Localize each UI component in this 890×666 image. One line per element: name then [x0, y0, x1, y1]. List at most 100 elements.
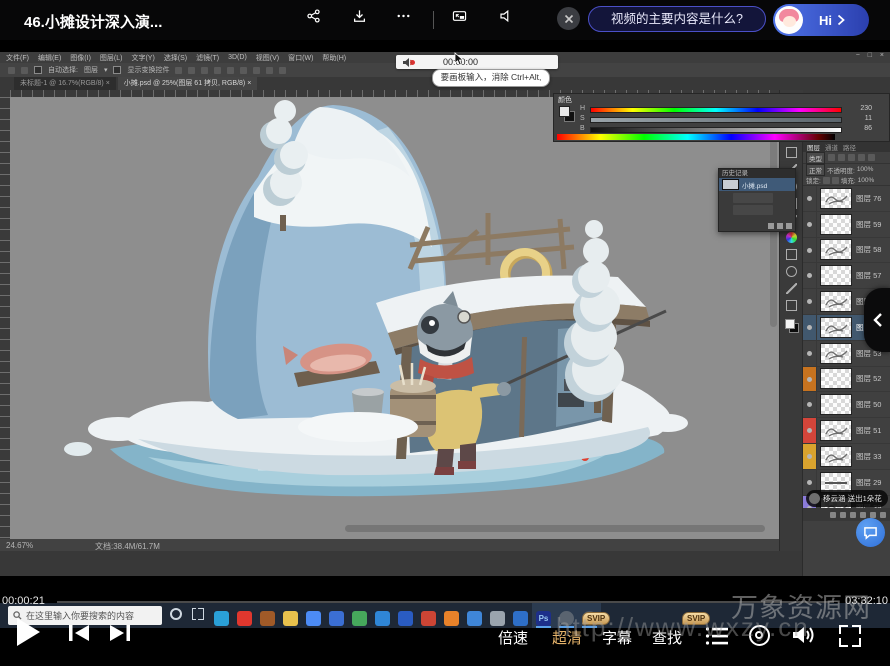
history-panel-title: 历史记录	[719, 169, 795, 178]
app-taskbar-icon	[394, 603, 417, 628]
menu-item: 3D(D)	[228, 54, 247, 61]
video-player-window: 46.小摊设计深入演...	[0, 0, 890, 666]
fullscreen-button[interactable]	[839, 625, 861, 647]
share-icon	[306, 6, 321, 26]
floating-help-button[interactable]	[856, 518, 885, 547]
color-panel-tab: 颜色	[558, 95, 572, 105]
ps-window-buttons: − □ ×	[856, 52, 887, 59]
gift-toast: 移云涵 送出1朵花	[806, 490, 888, 507]
caret-down-icon: ▾	[104, 66, 108, 74]
history-thumbnail	[722, 179, 739, 190]
menu-item: 窗口(W)	[288, 53, 313, 63]
history-panel: 历史记录 小摊.psd	[718, 168, 796, 232]
fg-bg-swatches	[559, 106, 575, 122]
download-button[interactable]	[352, 8, 367, 23]
layer-thumbnail	[820, 420, 852, 441]
document-tab-active: 小摊.psd @ 25%(图层 61 拷贝, RGB/8) ×	[118, 77, 258, 90]
chevron-left-icon	[872, 312, 883, 328]
menu-item: 编辑(E)	[38, 53, 61, 63]
video-frame[interactable]: 文件(F)编辑(E)图像(I)图层(L)文字(Y)选择(S)滤镜(T)3D(D)…	[0, 52, 890, 576]
layer-visibility-eye	[803, 392, 817, 417]
layer-name: 图层 50	[856, 399, 881, 410]
mail-taskbar-icon	[325, 603, 348, 628]
layer-visibility-eye	[803, 263, 817, 288]
more-icon	[396, 6, 411, 26]
layer-visibility-eye	[803, 186, 817, 211]
layer-visibility-eye	[803, 315, 817, 340]
speaker-icon	[402, 57, 414, 68]
layer-color-tag	[803, 444, 817, 469]
ps-tooltip: 要画板输入，消除 Ctrl+Alt,	[432, 69, 550, 87]
qq-taskbar-icon	[233, 603, 256, 628]
mute-icon	[498, 6, 513, 26]
layer-name: 图层 57	[856, 270, 881, 281]
layer-kind-filter: 类型	[806, 152, 825, 164]
cortana-icon	[170, 608, 182, 620]
layer-visibility-eye	[803, 238, 817, 263]
play-button[interactable]	[17, 618, 40, 646]
layer-thumbnail	[820, 214, 852, 235]
menu-item: 视图(V)	[256, 53, 279, 63]
playback-speed-button[interactable]: 倍速	[498, 627, 528, 648]
assistant-pill[interactable]: Hi	[773, 4, 869, 36]
more-button[interactable]	[396, 8, 411, 23]
current-time: 00:00:21	[2, 595, 45, 607]
menu-item: 滤镜(T)	[196, 53, 219, 63]
topbar-divider	[433, 11, 434, 29]
layer-name: 图层 51	[856, 425, 881, 436]
layer-row: 图层 58	[803, 238, 890, 264]
tool-icon	[786, 283, 797, 294]
mute-button[interactable]	[498, 8, 513, 23]
share-button[interactable]	[306, 8, 321, 23]
ai-question-chip[interactable]: 视频的主要内容是什么?	[588, 6, 766, 32]
toast-avatar	[809, 493, 820, 504]
layer-row: 图层 33	[803, 444, 890, 470]
panel-tab: 通道	[825, 142, 838, 152]
pip-button[interactable]	[452, 8, 467, 23]
brightness-value: 86	[846, 125, 872, 132]
vertical-ruler	[0, 97, 10, 539]
layer-row: 图层 52	[803, 367, 890, 393]
chat-bubble-icon	[863, 526, 878, 540]
layer-thumbnail	[820, 317, 852, 338]
chevron-right-icon	[837, 14, 845, 26]
layer-visibility-eye	[803, 341, 817, 366]
previous-episode-button[interactable]	[68, 624, 91, 642]
next-episode-button[interactable]	[108, 624, 131, 642]
opacity-label: 不透明度:	[827, 165, 855, 175]
layer-name: 图层 52	[856, 373, 881, 384]
telegram-taskbar-icon	[210, 603, 233, 628]
progress-bar[interactable]	[57, 601, 834, 603]
layer-thumbnail	[820, 394, 852, 415]
fill-label: 填充:	[841, 175, 856, 185]
ps-toolbar	[779, 90, 803, 551]
ps-status-bar: 24.67% 文档:38.4M/61.7M	[0, 539, 779, 551]
fill-value: 100%	[858, 177, 875, 184]
layer-name: 图层 33	[856, 451, 881, 462]
ps-canvas	[10, 97, 779, 539]
blender-taskbar-icon	[440, 603, 463, 628]
layer-name: 图层 76	[856, 193, 881, 204]
layer-row: 图层 76	[803, 186, 890, 212]
canvas-vertical-scrollbar	[770, 137, 777, 327]
layer-thumbnail	[820, 291, 852, 312]
tool-icon	[786, 249, 797, 260]
layer-row: 图层 50	[803, 392, 890, 418]
layer-thumbnail	[820, 368, 852, 389]
layer-name: 图层 29	[856, 477, 881, 488]
close-question-button[interactable]	[557, 7, 580, 30]
foreground-background-swatches	[785, 319, 799, 333]
hue-label: H	[580, 105, 585, 112]
zoom-level: 24.67%	[6, 541, 33, 550]
auto-select-label: 自动选择:	[48, 65, 78, 75]
layer-thumbnail	[820, 188, 852, 209]
history-footer-icons	[768, 223, 792, 229]
picture-in-picture-icon	[452, 6, 467, 26]
hue-value: 230	[846, 105, 872, 112]
layer-visibility-eye	[803, 212, 817, 237]
playlist-handle[interactable]	[864, 288, 890, 352]
layer-color-tag	[803, 418, 817, 443]
panel-tab: 图层	[807, 142, 820, 152]
ps-document-tabs: 未标题-1 @ 16.7%(RGB/8) × 小摊.psd @ 25%(图层 6…	[14, 77, 257, 90]
tool-icon	[786, 266, 797, 277]
